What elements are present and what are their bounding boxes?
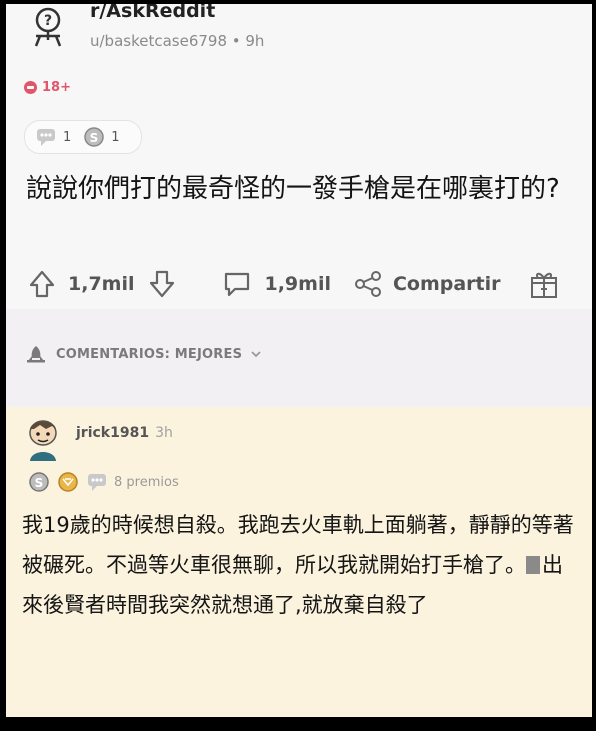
svg-text:S: S xyxy=(90,131,99,145)
share-icon[interactable] xyxy=(353,269,383,299)
award-coin-icon: S xyxy=(84,127,105,147)
nsfw-badge: 18+ xyxy=(24,80,71,95)
subreddit-avatar-icon[interactable]: ? xyxy=(26,6,70,50)
comments-sort-bar: COMENTARIOS: MEJORES xyxy=(6,309,592,417)
award-coin-icon: S xyxy=(29,472,49,492)
nsfw-label: 18+ xyxy=(42,80,71,95)
downvote-icon[interactable] xyxy=(148,269,176,299)
redacted-mark xyxy=(526,556,540,574)
comment-username[interactable]: jrick1981 xyxy=(76,425,149,441)
post-meta[interactable]: u/basketcase6798 • 9h xyxy=(90,32,264,50)
award-count: 1 xyxy=(111,129,120,145)
post-title: 說說你們打的最奇怪的一發手槍是在哪裏打的? xyxy=(26,174,560,204)
comment-count[interactable]: 1,9mil xyxy=(264,273,330,295)
comment-card: jrick1981 3h S 8 premios 我19歲的時候想自殺。我跑去火車… xyxy=(6,407,592,717)
comment-body: 我19歲的時候想自殺。我跑去火車軌上面躺著，靜靜的等著被碾死。不過等火車很無聊，… xyxy=(22,505,577,625)
app-screen: ? r/AskReddit u/basketcase6798 • 9h 18+ … xyxy=(6,4,592,717)
nsfw-icon xyxy=(24,81,37,94)
comment-text: 我19歲的時候想自殺。我跑去火車軌上面躺著，靜靜的等著被碾死。不過等火車很無聊，… xyxy=(22,513,574,577)
comments-sort-button[interactable]: COMENTARIOS: MEJORES xyxy=(24,345,262,363)
svg-text:S: S xyxy=(35,476,44,490)
upvote-icon[interactable] xyxy=(28,269,56,299)
post-awards[interactable]: 1 S 1 xyxy=(24,120,142,154)
comment-author[interactable]: jrick1981 3h xyxy=(76,425,173,441)
user-avatar-icon[interactable] xyxy=(22,417,64,463)
comment-icon[interactable] xyxy=(222,269,252,299)
sort-label: COMENTARIOS: MEJORES xyxy=(56,346,243,362)
share-label[interactable]: Compartir xyxy=(393,273,501,295)
award-gold-icon xyxy=(58,472,78,492)
award-count: 1 xyxy=(63,129,72,145)
subreddit-name[interactable]: r/AskReddit xyxy=(90,4,215,22)
rocket-sort-icon xyxy=(27,346,45,363)
chevron-down-icon xyxy=(251,351,261,358)
comment-time: 3h xyxy=(155,425,173,441)
awards-label: 8 premios xyxy=(114,474,179,490)
comment-awards[interactable]: S 8 premios xyxy=(28,471,179,493)
svg-text:?: ? xyxy=(44,13,52,29)
vote-count: 1,7mil xyxy=(68,273,135,295)
award-speech-icon xyxy=(88,474,106,491)
post-action-bar: 1,7mil 1,9mil Compartir xyxy=(28,266,588,302)
gift-award-icon[interactable] xyxy=(529,268,559,300)
award-speech-icon xyxy=(37,129,55,146)
